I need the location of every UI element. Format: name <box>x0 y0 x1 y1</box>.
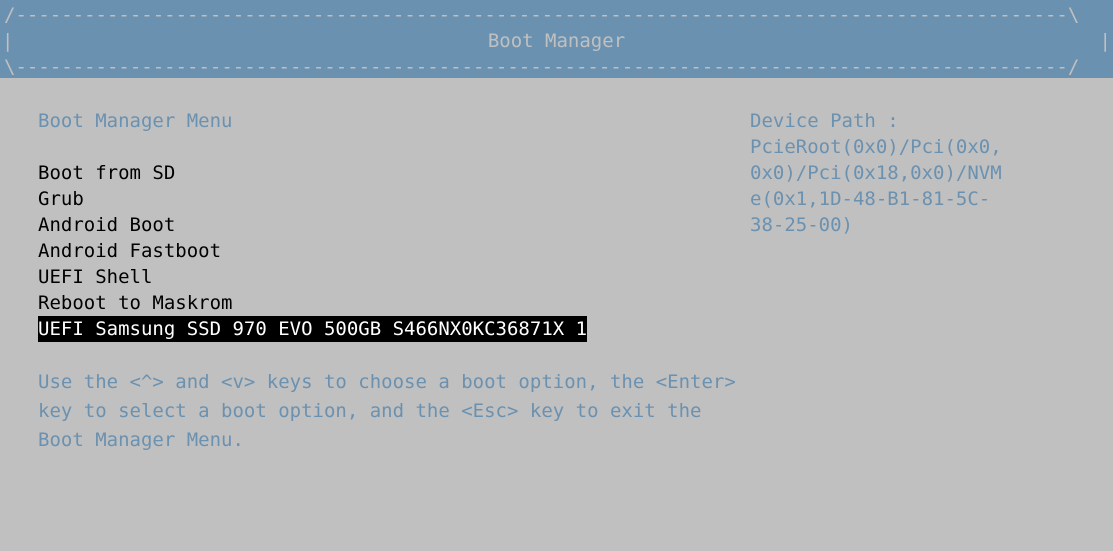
page-title: Boot Manager <box>15 28 1097 54</box>
boot-item-uefi-shell[interactable]: UEFI Shell <box>38 264 750 290</box>
boot-item-grub[interactable]: Grub <box>38 186 750 212</box>
device-path-label: Device Path : <box>750 110 899 132</box>
boot-item-android-boot[interactable]: Android Boot <box>38 212 750 238</box>
boot-item-android-fastboot[interactable]: Android Fastboot <box>38 238 750 264</box>
menu-title: Boot Manager Menu <box>38 108 750 134</box>
main-area: Boot Manager Menu Boot from SD Grub Andr… <box>0 78 1113 455</box>
boot-item-uefi-samsung-ssd[interactable]: UEFI Samsung SSD 970 EVO 500GB S466NX0KC… <box>38 316 587 342</box>
left-column: Boot Manager Menu Boot from SD Grub Andr… <box>0 108 750 455</box>
instructions-text: Use the <^> and <v> keys to choose a boo… <box>38 368 750 455</box>
header-pipe-left: | <box>0 28 15 54</box>
header-bottom-border: \---------------------------------------… <box>0 54 1113 80</box>
device-path-value: PcieRoot(0x0)/Pci(0x0,0x0)/Pci(0x18,0x0)… <box>750 136 1002 236</box>
boot-item-sd[interactable]: Boot from SD <box>38 160 750 186</box>
boot-item-reboot-maskrom[interactable]: Reboot to Maskrom <box>38 290 750 316</box>
header-top-border: /---------------------------------------… <box>0 2 1113 28</box>
header-title-row: | Boot Manager | <box>0 28 1113 54</box>
boot-list: Boot from SD Grub Android Boot Android F… <box>38 160 750 342</box>
right-column: Device Path : PcieRoot(0x0)/Pci(0x0,0x0)… <box>750 108 1050 455</box>
header-bar: /---------------------------------------… <box>0 0 1113 78</box>
header-pipe-right: | <box>1098 28 1113 54</box>
